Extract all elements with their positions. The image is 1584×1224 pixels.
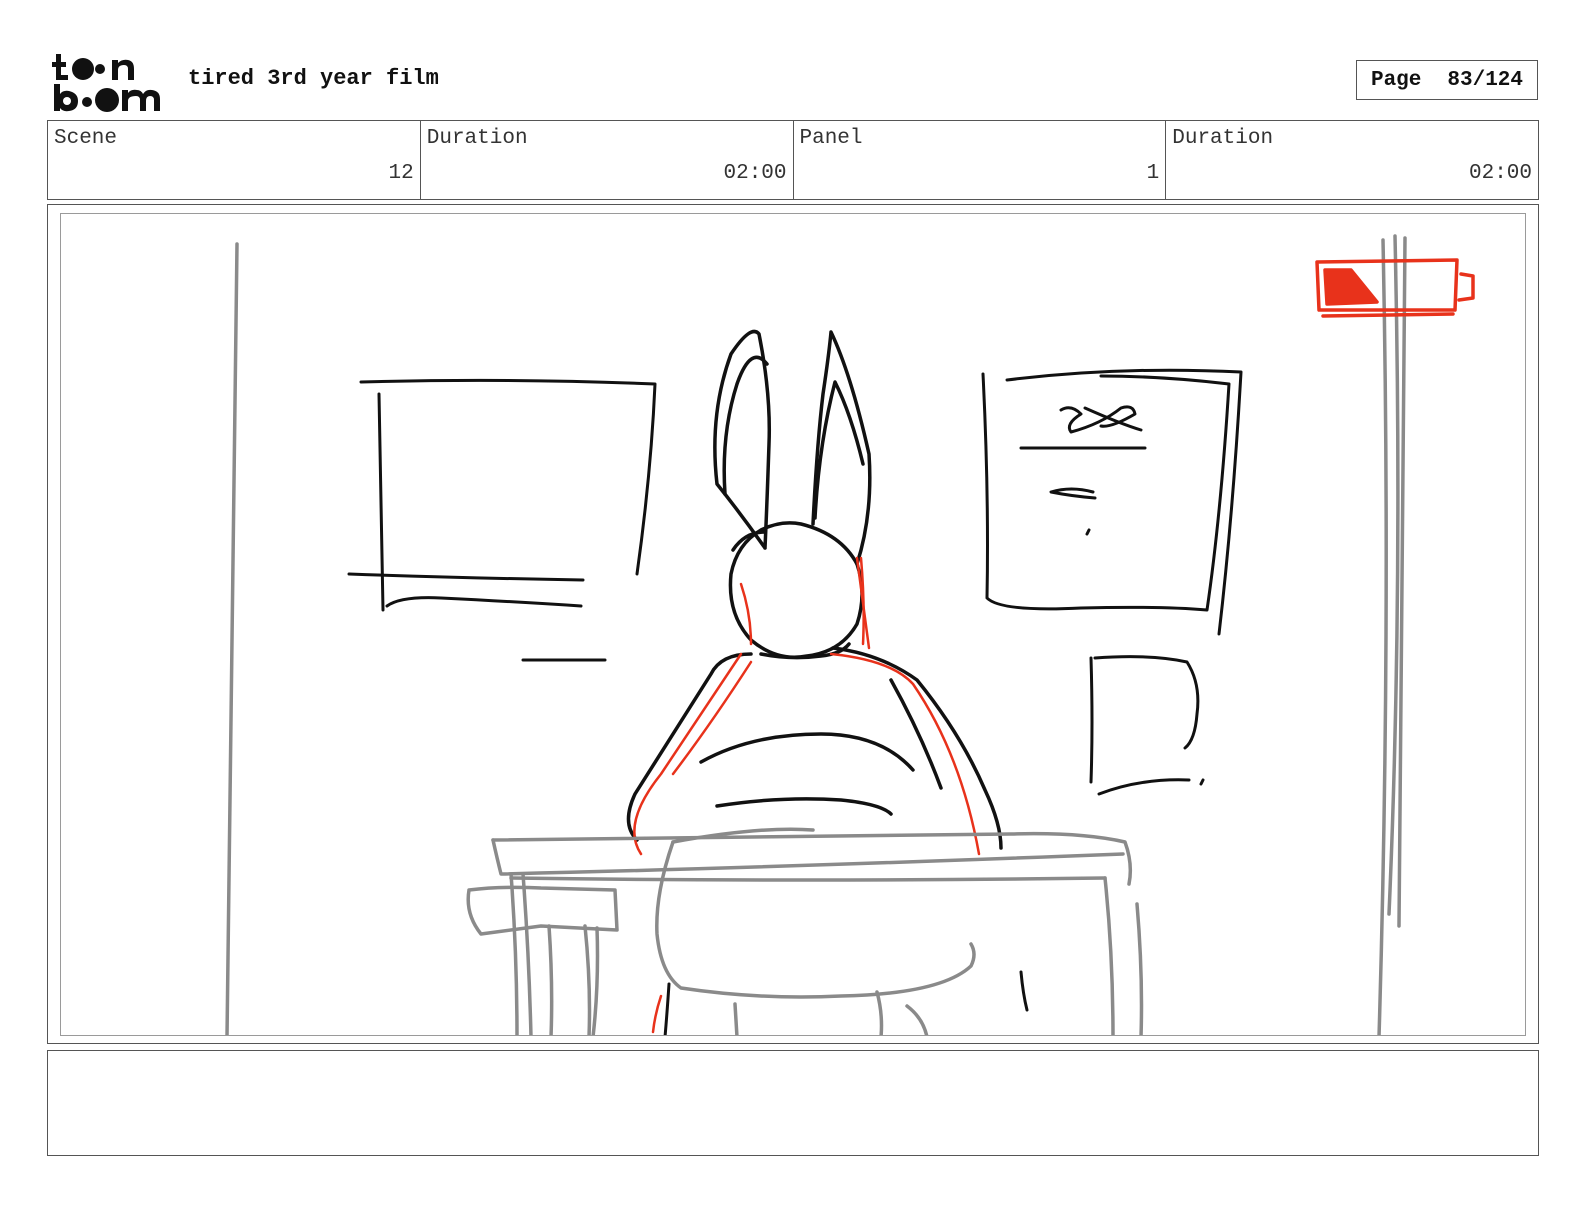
panel-duration-cell: Duration 02:00 [1166,121,1538,199]
project-title: tired 3rd year film [188,66,439,91]
scene-info-table: Scene 12 Duration 02:00 Panel 1 Duration… [47,120,1539,200]
page-number: 83/124 [1447,68,1524,92]
character-construction-lines [633,556,981,1034]
scene-duration-cell: Duration 02:00 [421,121,794,199]
wall-notice-board [981,368,1243,636]
panel-label: Panel [799,127,863,150]
floor-marks [663,970,1029,1035]
toon-boom-logo [52,54,160,112]
wall-object-right [1089,655,1205,796]
panel-frame [47,204,1539,1044]
scene-cell: Scene 12 [48,121,421,199]
sketch-drawing [225,234,1475,1035]
panel-duration-label: Duration [1172,127,1274,150]
scene-value: 12 [388,162,414,185]
scene-label: Scene [54,127,118,150]
page-indicator: Page 83/124 [1356,60,1538,100]
panel-duration-value: 02:00 [1468,162,1532,185]
wall-picture-left [347,378,657,662]
character-rabbit [626,329,1003,850]
desk-and-chair [466,827,1144,1035]
scene-duration-label: Duration [426,127,528,150]
panel-drawing-area [60,213,1526,1036]
panel-value: 1 [1146,162,1160,185]
scene-duration-value: 02:00 [723,162,787,185]
page-label: Page [1370,68,1422,92]
panel-notes-box[interactable] [47,1050,1539,1156]
panel-cell: Panel 1 [794,121,1167,199]
set-guide-lines [225,234,1407,1035]
